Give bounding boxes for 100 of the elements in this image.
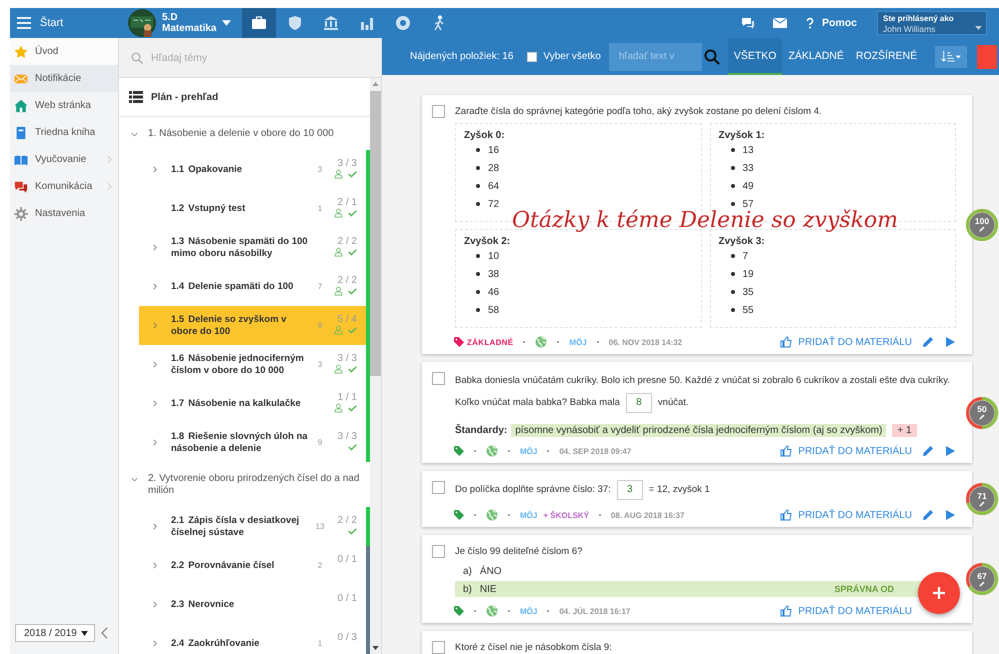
topic-score: 0 / 1 xyxy=(338,593,357,604)
topic-item[interactable]: 1.8 Riešenie slovných úloh na násobenie a delenie 9 3 / 3 xyxy=(139,423,370,462)
sidebar-item[interactable]: Komunikácia xyxy=(10,173,118,200)
topic-score: 0 / 1 xyxy=(338,554,357,565)
category-item: 13 xyxy=(742,144,754,156)
question-text: Zaraďte čísla do správnej kategórie podľa toho, aký zvyšok zostane po delení číslom 4. xyxy=(455,106,822,117)
topic-title: 1.5 Delenie so zvyškom v obore do 100 xyxy=(171,314,288,338)
filter-tab[interactable]: ZÁKLADNÉ xyxy=(782,38,850,75)
sidebar-item[interactable]: Web stránka xyxy=(10,92,118,119)
date-label: 08. AUG 2018 16:37 xyxy=(610,510,684,520)
category-item: 7 xyxy=(742,250,748,262)
subject-name[interactable]: Matematika xyxy=(162,23,216,34)
category-title: Zyšok 0: xyxy=(464,130,506,141)
more-badge[interactable]: + 1 xyxy=(892,424,917,437)
topic-item[interactable]: 1.2 Vstupný test 1 2 / 1 xyxy=(139,189,370,228)
topic-item[interactable]: 2.2 Porovnávanie čísel 2 0 / 1 xyxy=(139,546,370,585)
standard-tag: písomne vynásobiť a vydeliť prirodzené čísla jednociferným číslom (aj so zvyškom) xyxy=(511,424,886,437)
tag-label[interactable]: ZÁKLADNÉ xyxy=(467,338,514,346)
add-to-material-link[interactable]: PRIDAŤ DO MATERIÁLU xyxy=(798,510,912,520)
category-title: Zvyšok 1: xyxy=(718,130,766,141)
sidebar-item[interactable]: Notifikácie xyxy=(10,65,118,92)
topic-title: 2.1 Zápis čísla v desiatkovej číselnej sústave xyxy=(171,514,300,538)
add-to-material-link[interactable]: PRIDAŤ DO MATERIÁLU xyxy=(798,606,912,616)
option-letter: b) xyxy=(463,584,472,594)
help-button[interactable]: Pomoc xyxy=(804,17,857,29)
year-select[interactable]: 2018 / 2019 xyxy=(15,624,95,642)
topic-item[interactable]: 2.1 Zápis čísla v desiatkovej číselnej sústave 13 2 / 2 xyxy=(139,507,370,546)
topic-score: 2 / 2 xyxy=(338,515,357,526)
question-text: Do políčka doplňte správne číslo: 37: xyxy=(455,483,611,497)
sidebar-item[interactable]: Triedna kniha xyxy=(10,119,118,146)
filter-tab[interactable]: VŠETKO xyxy=(728,38,782,75)
topic-item[interactable]: 1.3 Násobenie spamäti do 100 mimo oboru násobilky 2 / 2 xyxy=(139,228,370,267)
category-title: Zvyšok 3: xyxy=(718,236,766,247)
owner-label: MÔJ xyxy=(520,606,538,616)
question-text: vnúčat. xyxy=(658,396,689,410)
topic-title: 1.7 Násobenie na kalkulačke xyxy=(171,398,302,410)
class-name[interactable]: 5.D xyxy=(162,12,216,23)
topic-item[interactable]: 1.1 Opakovanie 3 3 / 3 xyxy=(139,150,370,189)
category-item: 72 xyxy=(488,198,500,210)
option-text: NIE xyxy=(480,584,497,594)
sidebar-item[interactable]: Nastavenia xyxy=(10,200,118,227)
topic-score: 3 / 3 xyxy=(338,158,357,169)
question-count: 9 xyxy=(316,321,324,330)
topic-title: 1.4 Delenie spamäti do 100 xyxy=(171,280,294,292)
start-link[interactable]: Štart xyxy=(40,17,64,29)
topic-item[interactable]: 2.4 Zaokrúhľovanie 1 0 / 3 xyxy=(139,624,370,654)
topic-score: 3 / 3 xyxy=(338,431,357,442)
category-title: Zvyšok 2: xyxy=(464,236,512,247)
owner-label: MÔJ xyxy=(520,510,538,520)
overview-link[interactable]: Plán - prehľad xyxy=(151,92,218,102)
question-count: 1 xyxy=(316,204,324,213)
filter-tab[interactable]: ROZŠÍRENÉ xyxy=(850,38,924,75)
topic-item[interactable]: 1.7 Násobenie na kalkulačke 1 / 1 xyxy=(139,384,370,423)
topic-item[interactable]: 1.4 Delenie spamäti do 100 7 2 / 2 xyxy=(139,267,370,306)
category-item: 49 xyxy=(742,180,754,192)
question-count: 7 xyxy=(316,282,324,291)
topic-score: 2 / 1 xyxy=(338,197,357,208)
topic-title: 2.3 Nerovnice xyxy=(171,598,236,610)
topic-title: 2.2 Porovnávanie čísel xyxy=(171,560,276,572)
standards-label: Štandardy: xyxy=(455,425,508,436)
success-rate: 50 xyxy=(977,405,987,414)
category-item: 64 xyxy=(488,180,500,192)
success-rate: 71 xyxy=(977,492,987,500)
date-label: 04. JÚL 2018 16:17 xyxy=(559,606,630,616)
question-text: Je číslo 99 deliteľné číslom 6? xyxy=(455,546,582,557)
question-count: 3 xyxy=(316,360,324,369)
select-all-checkbox[interactable]: Vyber všetko xyxy=(527,51,601,62)
add-to-material-link[interactable]: PRIDAŤ DO MATERIÁLU xyxy=(798,336,912,348)
category-item: 28 xyxy=(488,162,500,174)
user-caption: Ste prihlásený ako xyxy=(883,14,954,24)
answer-box[interactable]: 3 xyxy=(616,480,643,500)
topic-title: 1.2 Vstupný test xyxy=(171,202,246,214)
shared-label: + ŠKOLSKÝ xyxy=(543,510,589,520)
answer-box[interactable]: 8 xyxy=(626,393,652,413)
topic-title: 2.4 Zaokrúhľovanie xyxy=(171,638,260,650)
owner-label: MÔJ xyxy=(569,338,587,346)
category-item: 57 xyxy=(742,198,754,210)
option-text: ÁNO xyxy=(480,566,502,576)
add-to-material-link[interactable]: PRIDAŤ DO MATERIÁLU xyxy=(798,446,912,456)
result-count: Nájdených položiek: 16 xyxy=(410,51,514,62)
category-item: 46 xyxy=(488,286,500,298)
topic-title: 1.3 Násobenie spamäti do 100 mimo oboru násobilky xyxy=(171,236,309,260)
topic-item[interactable]: 2.3 Nerovnice 0 / 1 xyxy=(139,585,370,624)
category-item: 35 xyxy=(742,286,754,298)
search-field[interactable]: hľadať text v xyxy=(608,42,702,70)
question-text: = 12, zvyšok 1 xyxy=(648,483,710,497)
topic-group[interactable]: 2. Vytvorenie oboru prirodzených čísel do a nad milión xyxy=(119,462,370,507)
question-count: 1 xyxy=(316,639,324,648)
success-rate: 67 xyxy=(977,572,987,580)
sidebar-item[interactable]: Vyučovanie xyxy=(10,146,118,173)
question-count: 2 xyxy=(316,561,324,570)
question-text: Koľko vnúčat mala babka? Babka mala xyxy=(455,396,620,410)
topic-score: 2 / 2 xyxy=(338,275,357,286)
topic-group[interactable]: 1. Násobenie a delenie v obore do 10 000 xyxy=(119,117,370,150)
correct-answer-label: SPRÁVNA OD xyxy=(834,584,894,594)
topic-item[interactable]: 1.6 Násobenie jednociferným číslom v obore do 10 000 3 3 / 3 xyxy=(139,345,370,384)
user-menu[interactable]: Ste prihlásený ako John Williams xyxy=(877,11,987,35)
topic-item[interactable]: 1.5 Delenie so zvyškom v obore do 100 9 5 / 4 xyxy=(139,306,370,345)
sidebar-item[interactable]: Úvod xyxy=(10,38,118,65)
topic-search-field[interactable]: Hľadaj témy xyxy=(151,52,271,64)
